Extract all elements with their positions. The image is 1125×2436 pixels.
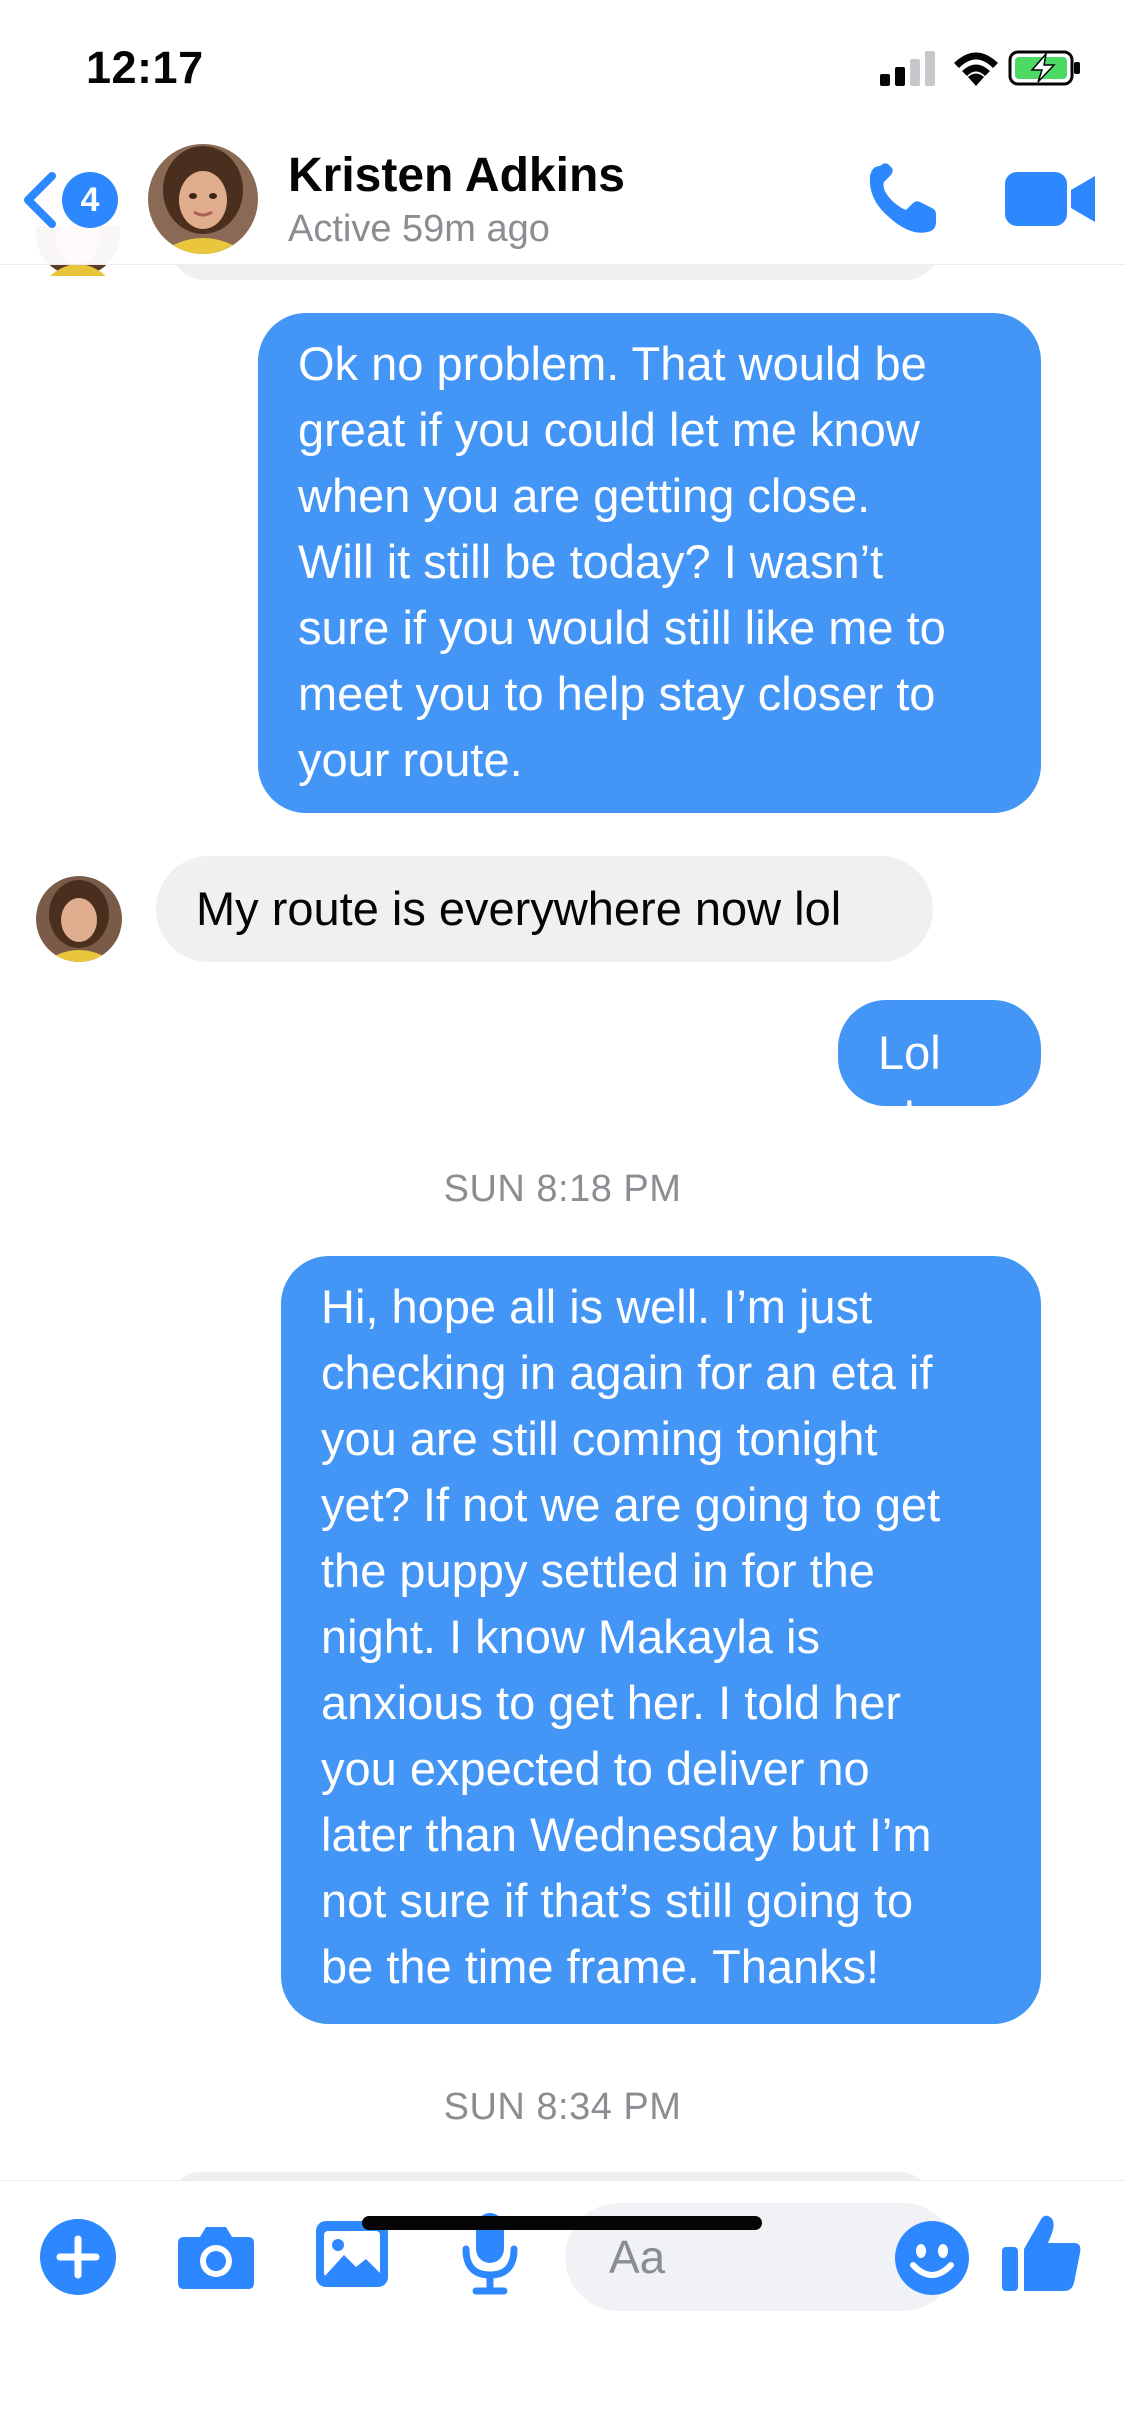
message-line: you are still coming tonight — [321, 1412, 878, 1465]
message-timestamp: SUN 8:34 PM — [443, 2086, 682, 2128]
outgoing-message-bubble[interactable]: Hi, hope all is well. I’m just checking … — [281, 1256, 1041, 2024]
message-thread[interactable]: Ok no problem. That would be great if yo… — [0, 0, 1125, 2202]
message-line: Hi, hope all is well. I’m just — [321, 1280, 873, 1333]
wifi-icon — [954, 52, 998, 86]
status-time: 12:17 — [86, 42, 204, 93]
contact-avatar[interactable] — [148, 144, 258, 254]
unread-count-badge: 4 — [62, 172, 118, 228]
message-line: be the time frame. Thanks! — [321, 1940, 880, 1993]
outgoing-message-bubble[interactable]: Lol ok — [838, 1000, 1041, 1145]
emoji-icon[interactable] — [895, 2221, 969, 2295]
message-line: your route. — [298, 733, 523, 786]
cellular-signal-icon — [880, 51, 935, 86]
outgoing-message-bubble[interactable]: Ok no problem. That would be great if yo… — [258, 313, 1041, 813]
contact-name[interactable]: Kristen Adkins — [288, 148, 625, 203]
camera-icon[interactable] — [176, 2221, 256, 2291]
message-line: My route is everywhere now lol — [196, 882, 842, 935]
contact-avatar[interactable] — [36, 876, 122, 962]
message-line: Ok no problem. That would be — [298, 337, 927, 390]
battery-charging-icon — [1008, 50, 1080, 86]
home-indicator[interactable] — [362, 2216, 762, 2230]
phone-icon[interactable] — [862, 160, 942, 240]
incoming-message-bubble[interactable]: My route is everywhere now lol — [156, 856, 933, 962]
message-input[interactable] — [609, 2229, 869, 2285]
message-line: when you are getting close. — [298, 469, 871, 522]
status-bar: 12:17 — [0, 0, 1125, 140]
message-line: later than Wednesday but I’m — [321, 1808, 932, 1861]
message-line: Lol ok — [878, 1026, 941, 1145]
back-button[interactable]: 4 — [20, 160, 120, 240]
messenger-conversation-screen: Ok no problem. That would be great if yo… — [0, 0, 1125, 2436]
message-line: yet? If not we are going to get — [321, 1478, 941, 1531]
conversation-header: 4 Kristen Adkins Active 59m ago — [0, 140, 1125, 265]
message-line: meet you to help stay closer to — [298, 667, 936, 720]
message-line: not sure if that’s still going to — [321, 1874, 914, 1927]
message-line: anxious to get her. I told her — [321, 1676, 902, 1729]
plus-icon[interactable] — [40, 2219, 116, 2295]
message-line: sure if you would still like me to — [298, 601, 946, 654]
message-line: checking in again for an eta if — [321, 1346, 933, 1399]
contact-active-status: Active 59m ago — [288, 208, 550, 250]
thumbs-up-icon[interactable] — [1000, 2211, 1084, 2295]
message-line: the puppy settled in for the — [321, 1544, 875, 1597]
message-line: night. I know Makayla is — [321, 1610, 820, 1663]
message-line: Will it still be today? I wasn’t — [298, 535, 884, 588]
back-chevron-icon — [24, 172, 56, 228]
video-camera-icon[interactable] — [1005, 168, 1097, 230]
message-line: great if you could let me know — [298, 403, 920, 456]
message-timestamp: SUN 8:18 PM — [443, 1168, 682, 1210]
message-line: you expected to deliver no — [321, 1742, 870, 1795]
